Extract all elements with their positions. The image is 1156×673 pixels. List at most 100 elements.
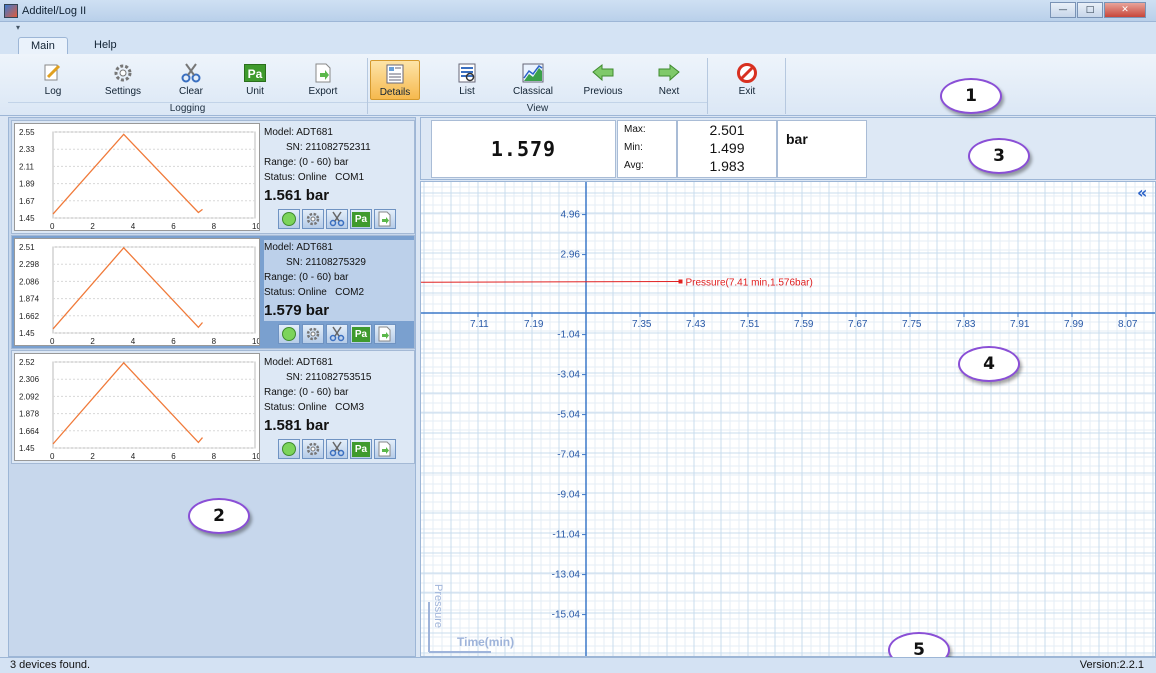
maximize-button[interactable]: □	[1077, 2, 1103, 18]
x-tick-label: 2	[90, 222, 95, 231]
x-tick-label: 7.11	[470, 319, 489, 330]
version-text: Version:2.2.1	[1079, 659, 1144, 671]
device-export-button[interactable]	[374, 209, 396, 229]
y-tick-label: 1.662	[19, 312, 40, 321]
details-button[interactable]: Details	[370, 60, 420, 100]
next-button[interactable]: Next	[644, 60, 694, 100]
x-tick-label: 8	[212, 222, 217, 231]
model-value: ADT681	[296, 357, 333, 368]
series-label: Pressure(7.41 min,1.576bar)	[686, 277, 813, 288]
device-export-button[interactable]	[374, 439, 396, 459]
x-tick-label: 10	[252, 452, 260, 461]
previous-button[interactable]: Previous	[578, 60, 628, 100]
scissors-icon	[329, 441, 345, 457]
x-tick-label: 7.67	[848, 319, 868, 330]
model-value: ADT681	[296, 242, 333, 253]
device-settings-button[interactable]	[302, 209, 324, 229]
device-clear-button[interactable]	[326, 439, 348, 459]
x-tick-label: 4	[131, 222, 136, 231]
device-clear-button[interactable]	[326, 324, 348, 344]
device-log-button[interactable]	[278, 439, 300, 459]
y-tick-label: -5.04	[557, 410, 580, 421]
device-export-button[interactable]	[374, 324, 396, 344]
settings-button[interactable]: Settings	[98, 60, 148, 100]
minimize-button[interactable]: —	[1050, 2, 1076, 18]
exit-button[interactable]: Exit	[722, 60, 772, 100]
list-button[interactable]: List	[442, 60, 492, 100]
close-button[interactable]: ✕	[1104, 2, 1146, 18]
clear-button[interactable]: Clear	[166, 60, 216, 100]
x-tick-label: 8	[212, 452, 217, 461]
export-button[interactable]: Export	[298, 60, 348, 100]
device-log-button[interactable]	[278, 209, 300, 229]
y-tick-label: 2.092	[19, 392, 40, 401]
device-reading: 1.561 bar	[264, 187, 330, 204]
model-label: Model:	[264, 127, 295, 138]
title-bar: Additel/Log II — □ ✕	[0, 0, 1156, 22]
avg-label: Avg:	[624, 160, 644, 171]
export-icon	[378, 441, 391, 457]
x-tick-label: 2	[90, 452, 95, 461]
device-clear-button[interactable]	[326, 209, 348, 229]
x-tick-label: 4	[131, 337, 136, 346]
y-tick-label: -9.04	[557, 490, 580, 501]
tab-help[interactable]: Help	[82, 37, 129, 54]
callout-4: 4	[958, 346, 1020, 382]
pa-unit-icon: Pa	[352, 441, 370, 457]
device-settings-button[interactable]	[302, 439, 324, 459]
x-tick-label: 8.07	[1118, 319, 1138, 330]
device-card[interactable]: 2.55 2.33 2.11 1.89 1.67 1.45 0 2 4 6 8 10 Model: A…	[11, 120, 415, 234]
ribbon-group-exit: Exit	[710, 58, 786, 114]
avg-value: 1.983	[709, 158, 745, 174]
exit-button-label: Exit	[738, 86, 756, 97]
export-icon	[378, 211, 391, 227]
plot-area	[52, 246, 256, 334]
log-button-label: Log	[44, 86, 62, 97]
port-value: COM3	[335, 402, 365, 413]
gear-icon	[306, 212, 320, 226]
status-value: Online	[297, 172, 327, 183]
collapse-icon[interactable]: «	[1137, 183, 1147, 202]
device-unit-button[interactable]: Pa	[350, 324, 372, 344]
device-log-button[interactable]	[278, 324, 300, 344]
device-unit-button[interactable]: Pa	[350, 439, 372, 459]
device-card[interactable]: 2.52 2.306 2.092 1.878 1.664 1.45 0 2 4 6 8 10 Mode…	[11, 350, 415, 464]
settings-button-label: Settings	[104, 86, 142, 97]
quick-access-dropdown-icon[interactable]: ▾	[16, 23, 20, 32]
x-tick-label: 7.83	[956, 319, 976, 330]
classical-button-label: Classical	[512, 86, 553, 97]
tab-main[interactable]: Main	[18, 37, 68, 54]
sn-value: 211082752311	[305, 142, 371, 153]
clear-button-label: Clear	[179, 86, 203, 97]
y-tick-label: -3.04	[557, 370, 580, 381]
quick-access-toolbar: ▾	[0, 22, 1156, 34]
x-tick-label: 7.19	[524, 319, 544, 330]
y-tick-label: 1.45	[19, 214, 35, 223]
device-info: Model: ADT681 SN: 211082753515 Range: (0…	[264, 355, 414, 436]
status-label: Status:	[264, 172, 296, 183]
device-info: Model: ADT681 SN: 21108275329 Range: (0 …	[264, 240, 414, 321]
pressure-chart[interactable]: 7.11 7.19 7.35 7.43 7.51 7.59 7.67 7.75 7.83 7.91…	[420, 181, 1156, 657]
y-tick-label: 1.874	[19, 295, 40, 304]
y-tick-label: 2.306	[19, 375, 40, 384]
device-unit-button[interactable]: Pa	[350, 209, 372, 229]
max-value: 2.501	[709, 122, 745, 138]
log-button[interactable]: Log	[28, 60, 78, 100]
scissors-icon	[329, 326, 345, 342]
x-tick-label: 10	[252, 337, 260, 346]
range-value: (0 - 60) bar	[299, 157, 349, 168]
x-tick-label: 7.75	[902, 319, 922, 330]
gear-icon	[306, 327, 320, 341]
y-tick-label: 2.11	[19, 162, 35, 171]
y-tick-label: 2.96	[561, 250, 581, 261]
gear-icon	[306, 442, 320, 456]
next-button-label: Next	[658, 86, 680, 97]
classical-button[interactable]: Classical	[508, 60, 558, 100]
model-value: ADT681	[296, 127, 333, 138]
device-card[interactable]: 2.51 2.298 2.086 1.874 1.662 1.45 0 2 4 6 8 10 Mode…	[11, 235, 415, 349]
x-tick-label: 6	[171, 337, 176, 346]
unit-button[interactable]: Pa Unit	[230, 60, 280, 100]
min-value: 1.499	[709, 140, 745, 156]
x-tick-label: 0	[50, 222, 55, 231]
device-settings-button[interactable]	[302, 324, 324, 344]
